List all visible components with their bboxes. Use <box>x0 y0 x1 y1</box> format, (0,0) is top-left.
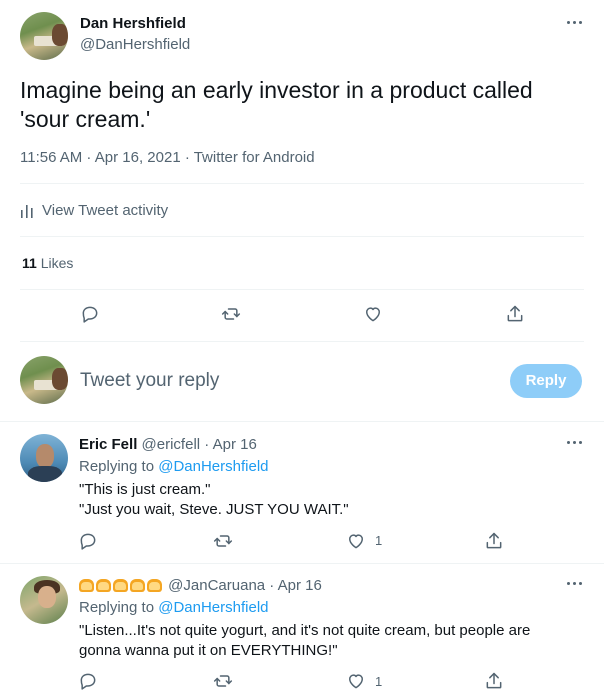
view-tweet-activity-label: View Tweet activity <box>42 202 169 219</box>
bread-emoji <box>79 578 94 592</box>
share-icon[interactable] <box>482 669 506 693</box>
like-icon[interactable] <box>344 669 368 693</box>
reply-text-line-1: "This is just cream." <box>79 481 211 498</box>
reply-date[interactable]: · Apr 16 <box>204 436 257 453</box>
replying-to: Replying to @DanHershfield <box>79 599 269 616</box>
reply-author-name[interactable]: Eric Fell <box>79 436 137 453</box>
reply-author-name[interactable] <box>79 578 164 595</box>
reply-icon[interactable] <box>78 302 102 326</box>
reply-icon[interactable] <box>76 529 100 553</box>
tweet-thread: Dan Hershfield @DanHershfield Imagine be… <box>0 0 604 699</box>
more-icon[interactable] <box>566 16 586 30</box>
bread-emoji <box>113 578 128 592</box>
like-count: 1 <box>375 674 383 689</box>
divider <box>20 341 584 342</box>
reply-text-line-2: gonna wanna put it on EVERYTHING!" <box>79 642 338 659</box>
bread-emoji <box>130 578 145 592</box>
reply-date[interactable]: · Apr 16 <box>269 577 322 594</box>
bread-emoji <box>147 578 162 592</box>
retweet-icon[interactable] <box>219 302 243 326</box>
divider <box>0 563 604 564</box>
avatar[interactable] <box>20 434 68 482</box>
replying-to-link[interactable]: @DanHershfield <box>158 458 268 475</box>
avatar[interactable] <box>20 576 68 624</box>
reply-text-line-2: "Just you wait, Steve. JUST YOU WAIT." <box>79 501 349 518</box>
reply-text: "Listen...It's not quite yogurt, and it'… <box>79 621 530 661</box>
tweet-text: Imagine being an early investor in a pro… <box>20 76 590 134</box>
share-icon[interactable] <box>482 529 506 553</box>
divider <box>20 289 584 290</box>
replying-to-prefix: Replying to <box>79 599 155 616</box>
likes-stat[interactable]: 11 Likes <box>22 255 73 271</box>
retweet-icon[interactable] <box>211 669 235 693</box>
tweet-text-line-1: Imagine being an early investor in a pro… <box>20 77 533 103</box>
bar-chart-icon <box>21 205 33 218</box>
retweet-icon[interactable] <box>211 529 235 553</box>
avatar[interactable] <box>20 12 68 60</box>
reply-input[interactable]: Tweet your reply <box>80 370 219 392</box>
reply-text-line-1: "Listen...It's not quite yogurt, and it'… <box>79 622 531 639</box>
divider <box>20 236 584 237</box>
divider <box>20 183 584 184</box>
composer-avatar[interactable] <box>20 356 68 404</box>
divider <box>0 421 604 422</box>
tweet-meta[interactable]: 11:56 AM · Apr 16, 2021 · Twitter for An… <box>20 149 315 166</box>
author-handle[interactable]: @DanHershfield <box>80 36 190 53</box>
like-count: 1 <box>375 533 383 548</box>
reply-text: "This is just cream." "Just you wait, St… <box>79 480 349 520</box>
share-icon[interactable] <box>503 302 527 326</box>
bread-emoji <box>96 578 111 592</box>
author-name[interactable]: Dan Hershfield <box>80 15 186 32</box>
like-icon[interactable] <box>344 529 368 553</box>
reply-author-handle[interactable]: @ericfell <box>142 436 201 453</box>
reply-author-handle[interactable]: @JanCaruana <box>168 577 265 594</box>
reply-button[interactable]: Reply <box>510 364 582 398</box>
more-icon[interactable] <box>566 577 586 591</box>
more-icon[interactable] <box>566 436 586 450</box>
replying-to-prefix: Replying to <box>79 458 155 475</box>
likes-count: 11 <box>22 255 37 271</box>
replying-to: Replying to @DanHershfield <box>79 458 269 475</box>
tweet-text-line-2: 'sour cream.' <box>20 106 151 132</box>
reply-header: @JanCaruana · Apr 16 <box>79 577 322 595</box>
like-icon[interactable] <box>361 302 385 326</box>
reply-header: Eric Fell @ericfell · Apr 16 <box>79 436 257 453</box>
reply-icon[interactable] <box>76 669 100 693</box>
likes-label: Likes <box>40 255 74 271</box>
replying-to-link[interactable]: @DanHershfield <box>158 599 268 616</box>
